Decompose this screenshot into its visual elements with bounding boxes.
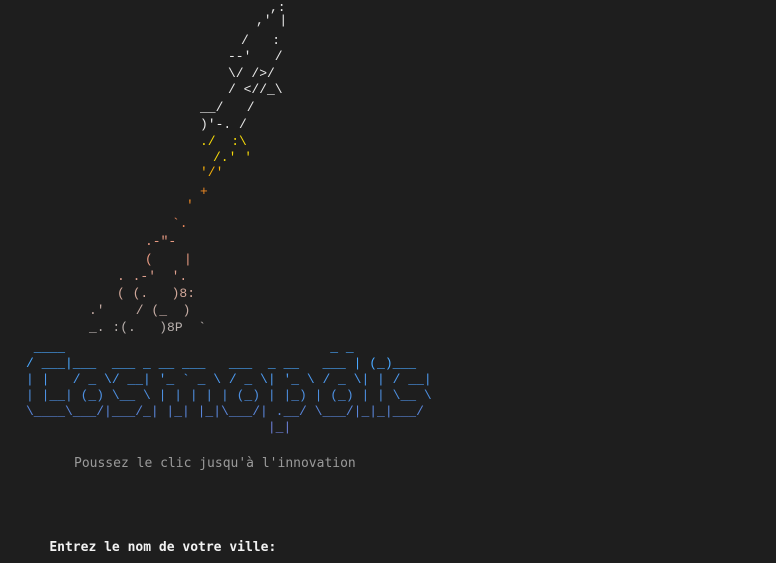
- smoke-line: .-"-: [145, 234, 177, 249]
- city-name-prompt[interactable]: Entrez le nom de votre ville:: [18, 525, 276, 563]
- rocket-line: / :: [241, 33, 281, 48]
- smoke-line: .' / (_ ): [89, 303, 191, 318]
- logo-line: ____ _ _: [26, 340, 354, 355]
- logo-line: \____\___/|___/_| |_| |_|\___/| .__/ \__…: [26, 404, 424, 419]
- smoke-line: _. :(. )8P `: [89, 320, 207, 335]
- logo-line: | |__| (_) \__ \ | | | | | (_) | |_) | (…: [26, 388, 432, 403]
- flame-line: '/': [200, 165, 224, 180]
- smoke-line: . .-' '.: [117, 269, 188, 284]
- logo-line: | | / _ \/ __| '_ ` _ \ / _ \| '_ \ / _ …: [26, 372, 432, 387]
- logo-line: / ___|___ ___ _ __ ___ ___ _ __ ___ | (_…: [26, 356, 417, 371]
- flame-line: ': [186, 198, 194, 213]
- flame-line: /.' ': [213, 150, 253, 165]
- rocket-line: ,' |: [256, 13, 288, 28]
- rocket-line: \/ />/: [228, 66, 275, 81]
- flame-line: ./ :\: [200, 134, 247, 149]
- logo-line: |_|: [26, 420, 292, 435]
- rocket-line: )'-. /: [200, 117, 247, 132]
- smoke-line: `.: [172, 216, 188, 231]
- prompt-label: Entrez le nom de votre ville:: [49, 540, 277, 556]
- terminal-window: ,: ,' | / : --' / \/ />/ / <//_\ __/ / )…: [0, 0, 776, 563]
- rocket-line: / <//_\: [228, 82, 283, 97]
- smoke-line: ( (. )8:: [117, 286, 196, 301]
- smoke-line: ( |: [145, 252, 192, 267]
- rocket-line: __/ /: [200, 100, 255, 115]
- tagline: Poussez le clic jusqu'à l'innovation: [74, 456, 356, 471]
- flame-line: +: [200, 184, 208, 199]
- rocket-line: --' /: [228, 49, 283, 64]
